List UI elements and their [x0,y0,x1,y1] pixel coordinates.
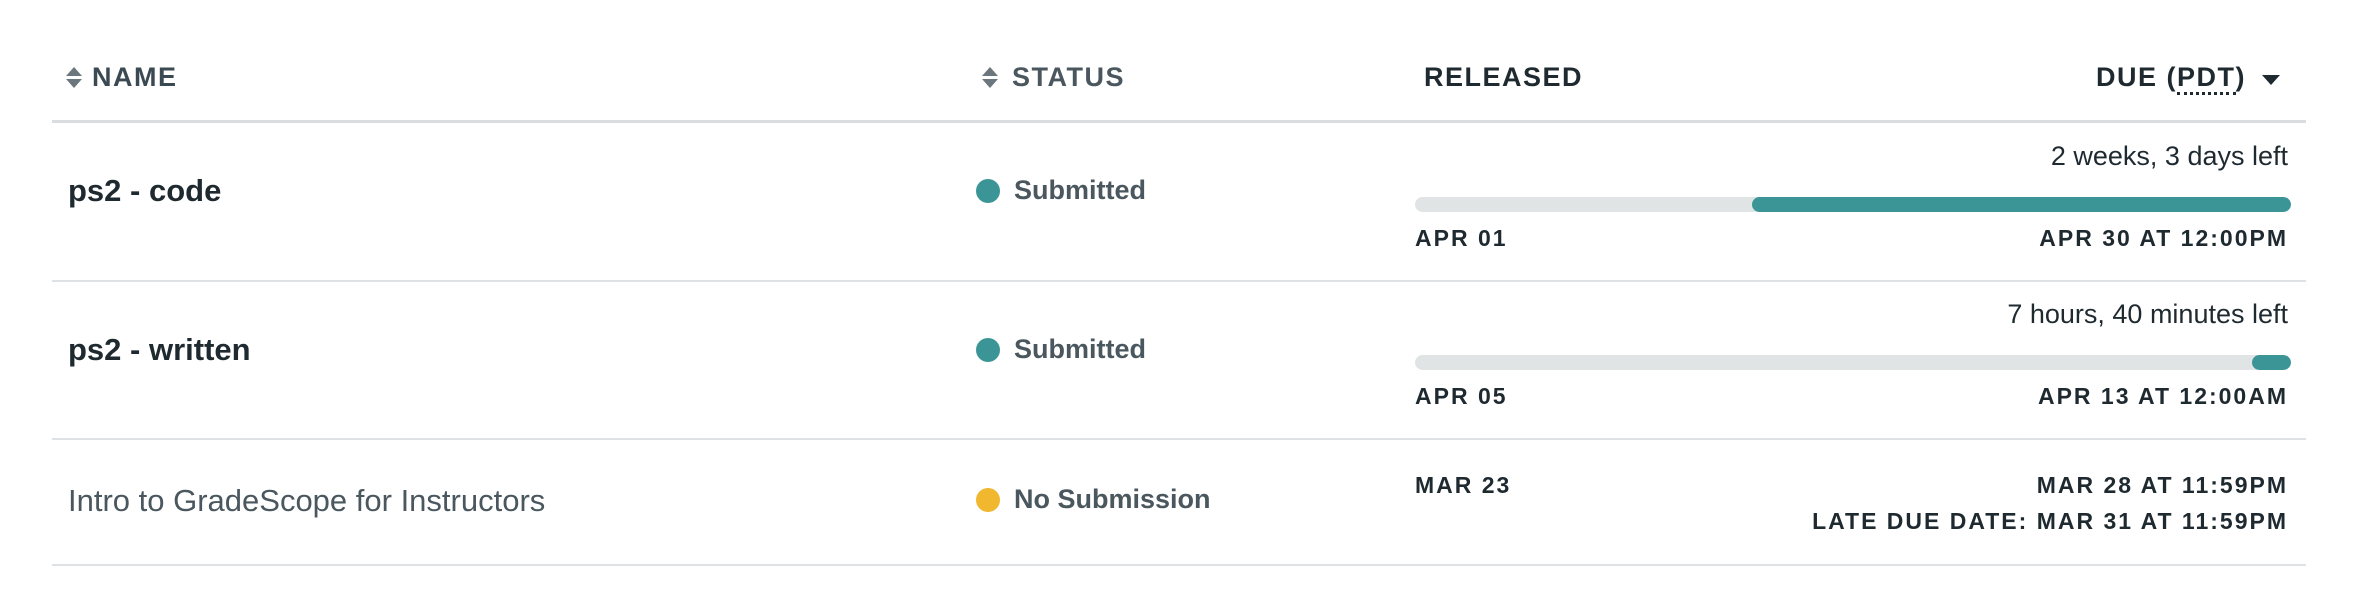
column-header-released-label: RELEASED [1424,62,1584,92]
table-header: NAME STATUS RELEASED DUE (PDT) [52,0,2306,123]
due-date: APR 30 AT 12:00PM [2039,225,2288,251]
released-date: APR 05 [1415,383,1508,409]
status-dot-icon [976,487,1000,512]
submission-status: No Submission [976,484,1211,515]
submission-status: Submitted [976,334,1146,365]
column-header-status[interactable]: STATUS [982,62,1125,93]
table-row[interactable]: Intro to GradeScope for Instructors No S… [52,440,2306,566]
column-header-name-label: NAME [92,62,178,92]
table-row[interactable]: ps2 - code Submitted 2 weeks, 3 days lef… [52,123,2306,282]
time-progress-fill [1752,197,2291,212]
assignment-name-link[interactable]: Intro to GradeScope for Instructors [68,483,545,519]
assignments-table: NAME STATUS RELEASED DUE (PDT) ps2 - cod… [52,0,2306,566]
status-label: Submitted [1014,175,1146,205]
status-dot-icon [976,337,1000,362]
time-progress-fill [2251,355,2291,370]
submission-status: Submitted [976,175,1146,206]
table-row[interactable]: ps2 - written Submitted 7 hours, 40 minu… [52,282,2306,440]
column-header-name[interactable]: NAME [66,62,178,93]
column-header-released: RELEASED [1424,62,1583,93]
late-due-date: LATE DUE DATE: MAR 31 AT 11:59PM [1812,508,2288,534]
assignment-name-link[interactable]: ps2 - code [68,173,221,209]
released-date: MAR 23 [1415,472,1512,498]
column-header-due[interactable]: DUE (PDT) [2096,62,2280,95]
column-header-due-label: DUE (PDT) [2096,62,2246,95]
column-header-status-label: STATUS [1012,62,1125,92]
timezone-abbr: PDT [2177,62,2236,95]
sort-icon[interactable] [66,65,82,91]
due-date: APR 13 AT 12:00AM [2037,383,2288,409]
time-left-text: 2 weeks, 3 days left [2050,141,2288,171]
status-dot-icon [976,178,1000,203]
assignment-name-link[interactable]: ps2 - written [68,332,251,368]
released-date: APR 01 [1415,225,1508,251]
status-label: Submitted [1014,334,1146,364]
time-left-text: 7 hours, 40 minutes left [2007,299,2288,329]
sort-icon[interactable] [982,65,998,91]
time-progress-bar [1415,355,2291,370]
due-date: MAR 28 AT 11:59PM [2036,472,2288,498]
sort-caret-down-icon[interactable] [2262,74,2280,85]
time-progress-bar [1415,197,2291,212]
status-label: No Submission [1014,484,1211,514]
